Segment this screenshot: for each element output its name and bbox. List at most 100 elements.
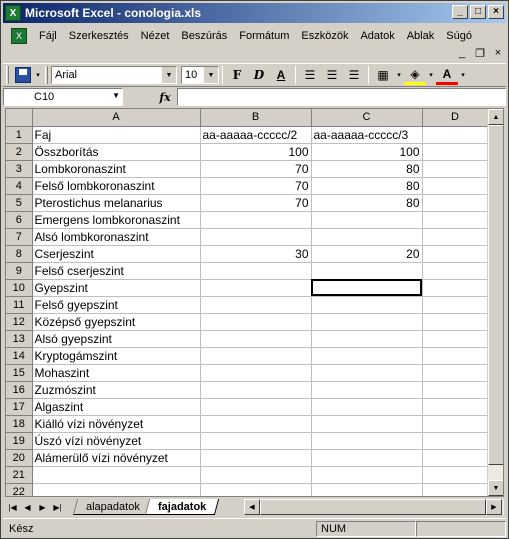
save-button[interactable]	[12, 65, 34, 85]
cell-c9[interactable]	[311, 262, 423, 280]
font-name-select[interactable]: Arial ▼	[51, 66, 177, 84]
cell-a17[interactable]: Algaszint	[32, 398, 201, 416]
column-header-c[interactable]: C	[311, 109, 423, 127]
cell-d10[interactable]	[422, 279, 489, 297]
cell-d18[interactable]	[422, 415, 489, 433]
minimize-button[interactable]: _	[452, 5, 468, 19]
cell-a15[interactable]: Mohaszint	[32, 364, 201, 382]
workbook-icon[interactable]: X	[11, 28, 27, 44]
cell-a16[interactable]: Zuzmószint	[32, 381, 201, 399]
scroll-down-icon[interactable]: ▼	[488, 480, 503, 496]
menu-help[interactable]: Súgó	[440, 30, 478, 42]
cell-d21[interactable]	[422, 466, 489, 484]
cell-b17[interactable]	[200, 398, 312, 416]
select-all-corner[interactable]	[6, 109, 33, 127]
cell-a12[interactable]: Középső gyepszint	[32, 313, 201, 331]
scroll-right-icon[interactable]: ▶	[486, 499, 502, 515]
cell-b6[interactable]	[200, 211, 312, 229]
cell-b22[interactable]	[200, 483, 312, 496]
font-size-select[interactable]: 10 ▼	[181, 66, 219, 84]
cell-d20[interactable]	[422, 449, 489, 467]
cell-b4[interactable]: 70	[200, 177, 312, 195]
cell-d5[interactable]	[422, 194, 489, 212]
row-header[interactable]: 9	[6, 262, 33, 280]
toolbar-grip[interactable]	[6, 66, 9, 84]
column-header-b[interactable]: B	[200, 109, 312, 127]
menu-window[interactable]: Ablak	[401, 30, 441, 42]
doc-restore-icon[interactable]: ❐	[474, 47, 486, 60]
row-header[interactable]: 5	[6, 194, 33, 212]
cell-c8[interactable]: 20	[311, 245, 423, 263]
borders-dropdown-icon[interactable]: ▾	[394, 65, 404, 85]
maximize-button[interactable]: □	[470, 5, 486, 19]
last-sheet-icon[interactable]: ▶|	[50, 500, 65, 515]
cell-b20[interactable]	[200, 449, 312, 467]
row-header[interactable]: 17	[6, 398, 33, 416]
cell-d22[interactable]	[422, 483, 489, 496]
cell-a19[interactable]: Úszó vízi növényzet	[32, 432, 201, 450]
cell-a9[interactable]: Felső cserjeszint	[32, 262, 201, 280]
cell-c6[interactable]	[311, 211, 423, 229]
menu-view[interactable]: Nézet	[135, 30, 176, 42]
cell-b12[interactable]	[200, 313, 312, 331]
name-box[interactable]: C10 ▼	[3, 88, 123, 106]
prev-sheet-icon[interactable]: ◀	[20, 500, 35, 515]
cell-a18[interactable]: Kiálló vízi növényzet	[32, 415, 201, 433]
cell-d17[interactable]	[422, 398, 489, 416]
row-header[interactable]: 1	[6, 126, 33, 144]
row-header[interactable]: 11	[6, 296, 33, 314]
align-right-icon[interactable]: ☰	[343, 65, 365, 85]
row-header[interactable]: 2	[6, 143, 33, 161]
chevron-down-icon[interactable]: ▼	[112, 91, 120, 100]
cell-d1[interactable]	[422, 126, 489, 144]
cell-b19[interactable]	[200, 432, 312, 450]
cell-d9[interactable]	[422, 262, 489, 280]
cell-b8[interactable]: 30	[200, 245, 312, 263]
cell-c1[interactable]: aa-aaaaa-ccccc/3	[311, 126, 423, 144]
tab-alapadatok[interactable]: alapadatok	[72, 499, 153, 515]
cell-d4[interactable]	[422, 177, 489, 195]
cell-a20[interactable]: Alámerülő vízi növényzet	[32, 449, 201, 467]
chevron-down-icon[interactable]: ▼	[162, 67, 176, 83]
row-header[interactable]: 20	[6, 449, 33, 467]
formula-input[interactable]	[177, 88, 506, 106]
horizontal-scrollbar[interactable]: ◀ ▶	[244, 499, 504, 515]
cell-d8[interactable]	[422, 245, 489, 263]
cell-c2[interactable]: 100	[311, 143, 423, 161]
row-header[interactable]: 8	[6, 245, 33, 263]
cell-d14[interactable]	[422, 347, 489, 365]
toolbar-options-icon[interactable]: ▾	[34, 65, 42, 85]
cell-a22[interactable]	[32, 483, 201, 496]
row-header[interactable]: 7	[6, 228, 33, 246]
cell-a1[interactable]: Faj	[32, 126, 201, 144]
hscroll-thumb[interactable]	[260, 499, 486, 515]
cell-c3[interactable]: 80	[311, 160, 423, 178]
menu-tools[interactable]: Eszközök	[295, 30, 354, 42]
cell-c20[interactable]	[311, 449, 423, 467]
cell-c15[interactable]	[311, 364, 423, 382]
doc-minimize-icon[interactable]: _	[456, 47, 468, 60]
cell-b15[interactable]	[200, 364, 312, 382]
cell-d11[interactable]	[422, 296, 489, 314]
align-center-icon[interactable]: ☰	[321, 65, 343, 85]
fill-color-dropdown-icon[interactable]: ▾	[426, 65, 436, 85]
cell-b2[interactable]: 100	[200, 143, 312, 161]
cell-a11[interactable]: Felső gyepszint	[32, 296, 201, 314]
cell-c11[interactable]	[311, 296, 423, 314]
cell-c7[interactable]	[311, 228, 423, 246]
cell-d15[interactable]	[422, 364, 489, 382]
cell-a5[interactable]: Pterostichus melanarius	[32, 194, 201, 212]
row-header[interactable]: 14	[6, 347, 33, 365]
menu-file[interactable]: Fájl	[33, 30, 63, 42]
cell-c18[interactable]	[311, 415, 423, 433]
cell-a7[interactable]: Alsó lombkoronaszint	[32, 228, 201, 246]
cell-a14[interactable]: Kryptogámszint	[32, 347, 201, 365]
cell-b14[interactable]	[200, 347, 312, 365]
cell-d6[interactable]	[422, 211, 489, 229]
font-color-dropdown-icon[interactable]: ▾	[458, 65, 468, 85]
cell-c21[interactable]	[311, 466, 423, 484]
row-header[interactable]: 13	[6, 330, 33, 348]
cell-d16[interactable]	[422, 381, 489, 399]
cell-d2[interactable]	[422, 143, 489, 161]
menu-format[interactable]: Formátum	[233, 30, 295, 42]
